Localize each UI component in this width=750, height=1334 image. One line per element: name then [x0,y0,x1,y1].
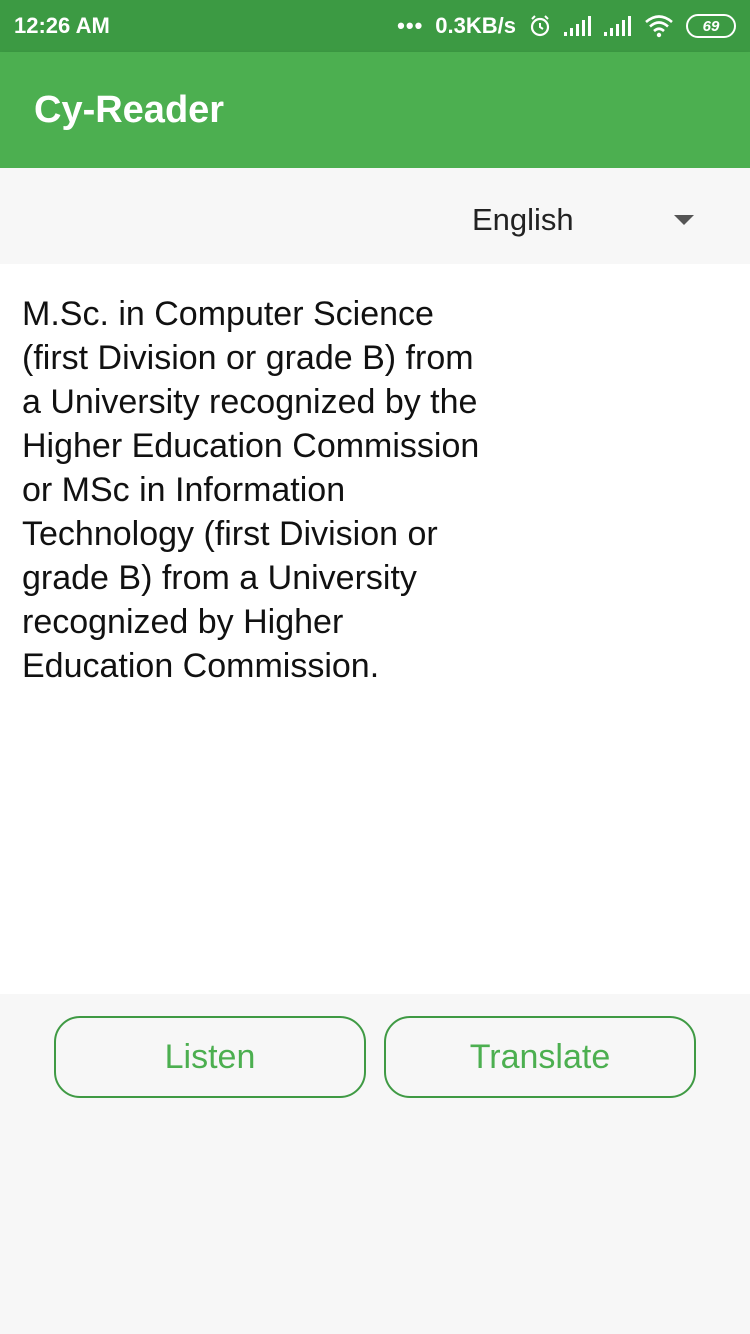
recognized-text-area[interactable]: M.Sc. in Computer Science (first Divisio… [0,264,750,994]
wifi-icon [644,14,674,38]
listen-button[interactable]: Listen [54,1016,366,1098]
language-selected-value: English [472,202,574,237]
network-speed: 0.3KB/s [435,13,516,38]
app-title: Cy-Reader [34,88,225,131]
dropdown-arrow-icon [674,215,694,225]
language-row: English [0,168,750,264]
translate-button[interactable]: Translate [384,1016,696,1098]
more-dots-icon: ••• [397,13,424,38]
status-bar: 12:26 AM ••• 0.3KB/s 69 [0,0,750,52]
alarm-icon [528,14,552,38]
battery-icon: 69 [686,14,736,38]
app-bar: Cy-Reader [0,52,750,168]
signal-icon [604,15,632,37]
signal-icon [564,15,592,37]
recognized-text: M.Sc. in Computer Science (first Divisio… [22,295,480,685]
status-icons: ••• 0.3KB/s 69 [397,13,736,39]
language-dropdown[interactable]: English [472,198,702,242]
status-time: 12:26 AM [14,13,110,38]
